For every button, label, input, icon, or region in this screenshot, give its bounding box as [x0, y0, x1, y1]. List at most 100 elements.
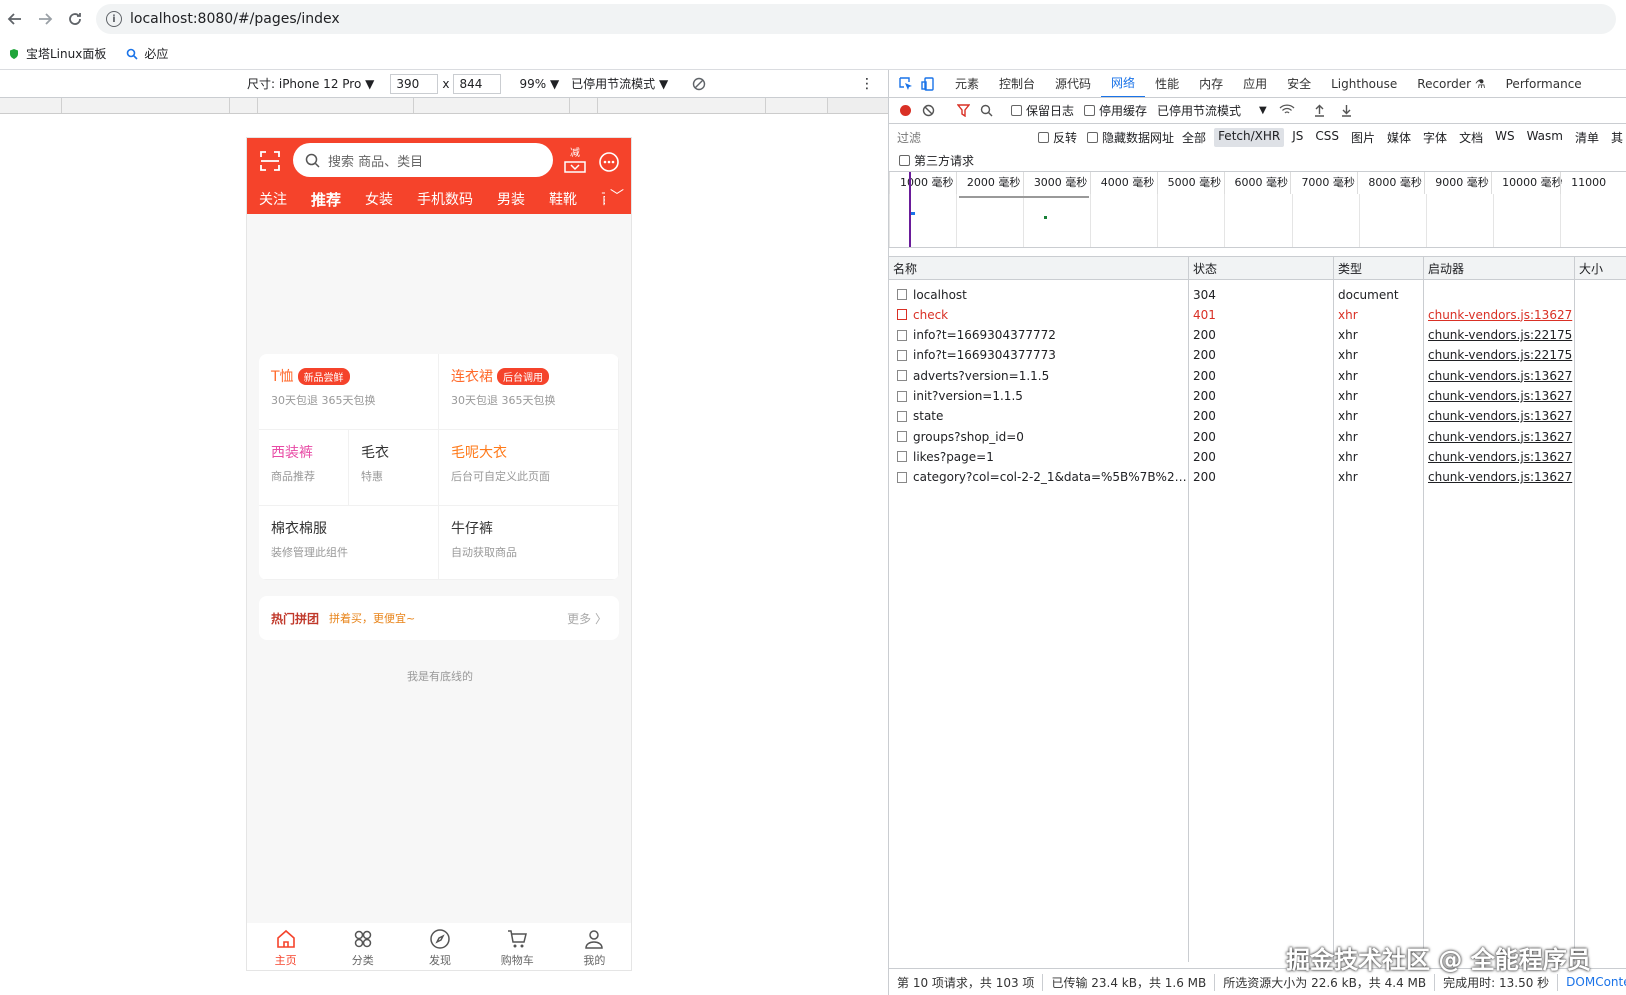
ruler-segment[interactable]: [258, 98, 414, 113]
grid-cell-sweater[interactable]: 毛衣 特惠: [349, 430, 439, 506]
initiator-link[interactable]: chunk-vendors.js:13627: [1428, 430, 1572, 444]
grid-cell-suit-pants[interactable]: 西装裤 商品推荐: [259, 430, 349, 506]
zoom-select[interactable]: 99% ▼: [519, 77, 559, 91]
category-tab[interactable]: 女装: [365, 189, 393, 209]
bookmark-bing[interactable]: 必应: [126, 45, 168, 62]
download-icon[interactable]: [1340, 104, 1353, 117]
devtools-tab[interactable]: 安全: [1277, 70, 1321, 97]
table-row[interactable]: likes?page=1 200 xhr chunk-vendors.js:13627: [889, 446, 1626, 467]
forward-button[interactable]: [30, 4, 60, 34]
col-name[interactable]: 名称: [889, 257, 1189, 279]
col-type[interactable]: 类型: [1334, 257, 1424, 279]
col-status[interactable]: 状态: [1189, 257, 1334, 279]
rotate-icon[interactable]: [692, 77, 706, 91]
table-row[interactable]: init?version=1.1.5 200 xhr chunk-vendors.js…: [889, 386, 1626, 407]
disable-cache-checkbox[interactable]: 停用缓存: [1084, 102, 1147, 119]
devtools-tab[interactable]: 内存: [1189, 70, 1233, 97]
initiator-link[interactable]: chunk-vendors.js:22175: [1428, 348, 1572, 362]
devtools-tab[interactable]: 性能: [1145, 70, 1189, 97]
type-filter[interactable]: Fetch/XHR: [1214, 127, 1285, 147]
initiator-link[interactable]: chunk-vendors.js:13627: [1428, 369, 1572, 383]
tabbar-mine[interactable]: 我的: [556, 923, 631, 970]
type-filter[interactable]: 全部: [1178, 128, 1210, 147]
initiator-link[interactable]: chunk-vendors.js:13627: [1428, 450, 1572, 464]
table-row[interactable]: info?t=1669304377772 200 xhr chunk-vendors.…: [889, 325, 1626, 346]
table-row[interactable]: category?col=col-2-2_1&data=%5B%7B%22cat…: [889, 467, 1626, 488]
initiator-link[interactable]: chunk-vendors.js:13627: [1428, 389, 1572, 403]
hot-group-bar[interactable]: 热门拼团 拼着买，更便宜~ 更多 〉: [259, 596, 619, 640]
devtools-tab[interactable]: 应用: [1233, 70, 1277, 97]
type-filter[interactable]: 其: [1607, 128, 1626, 147]
throttle-select[interactable]: 已停用节流模式 ▼: [571, 75, 668, 92]
filter-input[interactable]: 过滤: [893, 127, 1028, 147]
table-row[interactable]: state 200 xhr chunk-vendors.js:13627: [889, 406, 1626, 427]
grid-cell-cotton-coat[interactable]: 棉衣棉服 装修管理此组件: [259, 506, 439, 580]
search-icon[interactable]: [980, 104, 993, 117]
table-row[interactable]: check 401 xhr chunk-vendors.js:13627: [889, 304, 1626, 325]
throttle-dropdown-arrow[interactable]: ▼: [1259, 105, 1267, 116]
type-filter[interactable]: Wasm: [1523, 128, 1567, 147]
grid-cell-wool-coat[interactable]: 毛呢大衣 后台可自定义此页面: [439, 430, 619, 506]
devtools-tab[interactable]: Recorder ⚗: [1407, 70, 1495, 97]
category-tab[interactable]: 手机数码: [417, 189, 473, 209]
category-tab[interactable]: 关注: [259, 189, 287, 209]
preserve-log-checkbox[interactable]: 保留日志: [1011, 102, 1074, 119]
wifi-settings-icon[interactable]: [1279, 104, 1295, 117]
type-filter[interactable]: 清单: [1571, 128, 1603, 147]
chevron-down-icon[interactable]: ﹀: [605, 186, 629, 208]
search-input[interactable]: 搜索 商品、类目: [293, 143, 553, 177]
type-filter[interactable]: 媒体: [1383, 128, 1415, 147]
network-overview[interactable]: 1000 毫秒 2000 毫秒 3000 毫秒 4000 毫秒 5000 毫秒 6000 …: [889, 172, 1626, 248]
grid-cell-dress[interactable]: 连衣裙 后台调用 30天包退 365天包换: [439, 354, 619, 430]
tabbar-cart[interactable]: 购物车: [479, 923, 556, 970]
devtools-tab[interactable]: 控制台: [989, 70, 1045, 97]
info-icon[interactable]: i: [106, 11, 122, 27]
width-input[interactable]: 390: [390, 73, 439, 94]
record-icon[interactable]: [899, 104, 912, 117]
inspect-icon[interactable]: [899, 76, 913, 91]
tabbar-discover[interactable]: 发现: [401, 923, 478, 970]
col-size[interactable]: 大小: [1575, 257, 1626, 279]
reload-button[interactable]: [60, 4, 90, 34]
type-filter[interactable]: 文档: [1455, 128, 1487, 147]
hide-data-url-checkbox[interactable]: 隐藏数据网址: [1087, 129, 1174, 146]
clear-icon[interactable]: [922, 104, 935, 117]
third-party-checkbox[interactable]: 第三方请求: [899, 152, 974, 169]
type-filter[interactable]: JS: [1288, 128, 1307, 147]
category-tab[interactable]: 鞋靴: [549, 189, 577, 209]
message-icon[interactable]: [597, 150, 621, 174]
ruler-segment[interactable]: [766, 98, 828, 113]
ruler-segment[interactable]: [0, 98, 62, 113]
category-tab[interactable]: 男装: [497, 189, 525, 209]
grid-cell-jeans[interactable]: 牛仔裤 自动获取商品: [439, 506, 619, 580]
url-input[interactable]: i localhost:8080/#/pages/index: [96, 4, 1616, 34]
filter-icon[interactable]: [957, 104, 970, 117]
table-row[interactable]: adverts?version=1.1.5 200 xhr chunk-vendors…: [889, 365, 1626, 386]
category-tab[interactable]: 推荐: [311, 189, 341, 210]
invert-checkbox[interactable]: 反转: [1038, 129, 1077, 146]
device-select[interactable]: 尺寸: iPhone 12 Pro ▼: [247, 75, 374, 92]
bookmark-bt-panel[interactable]: 宝塔Linux面板: [8, 45, 106, 62]
type-filter[interactable]: WS: [1491, 128, 1518, 147]
ruler-segment[interactable]: [62, 98, 230, 113]
ruler-segment[interactable]: [598, 98, 766, 113]
devtools-tab[interactable]: Performance: [1496, 70, 1592, 97]
upload-icon[interactable]: [1313, 104, 1326, 117]
type-filter[interactable]: 字体: [1419, 128, 1451, 147]
ruler-segment[interactable]: [570, 98, 598, 113]
promo-icon[interactable]: 减: [563, 144, 587, 174]
devtools-tab[interactable]: 网络: [1101, 70, 1146, 97]
initiator-link[interactable]: chunk-vendors.js:13627: [1428, 409, 1572, 423]
ruler-segment[interactable]: [230, 98, 258, 113]
device-more-button[interactable]: ⋮: [860, 76, 874, 92]
scan-icon[interactable]: [259, 150, 281, 172]
ruler-segment[interactable]: [414, 98, 570, 113]
table-row[interactable]: info?t=1669304377773 200 xhr chunk-vendors.…: [889, 345, 1626, 366]
more-link[interactable]: 更多 〉: [567, 610, 607, 627]
initiator-link[interactable]: chunk-vendors.js:13627: [1428, 308, 1572, 322]
table-row[interactable]: localhost 304 document: [889, 284, 1626, 305]
devtools-tab[interactable]: Lighthouse: [1321, 70, 1407, 97]
devtools-tab[interactable]: 源代码: [1045, 70, 1101, 97]
table-row[interactable]: groups?shop_id=0 200 xhr chunk-vendors.js:1…: [889, 426, 1626, 447]
initiator-link[interactable]: chunk-vendors.js:13627: [1428, 470, 1572, 484]
